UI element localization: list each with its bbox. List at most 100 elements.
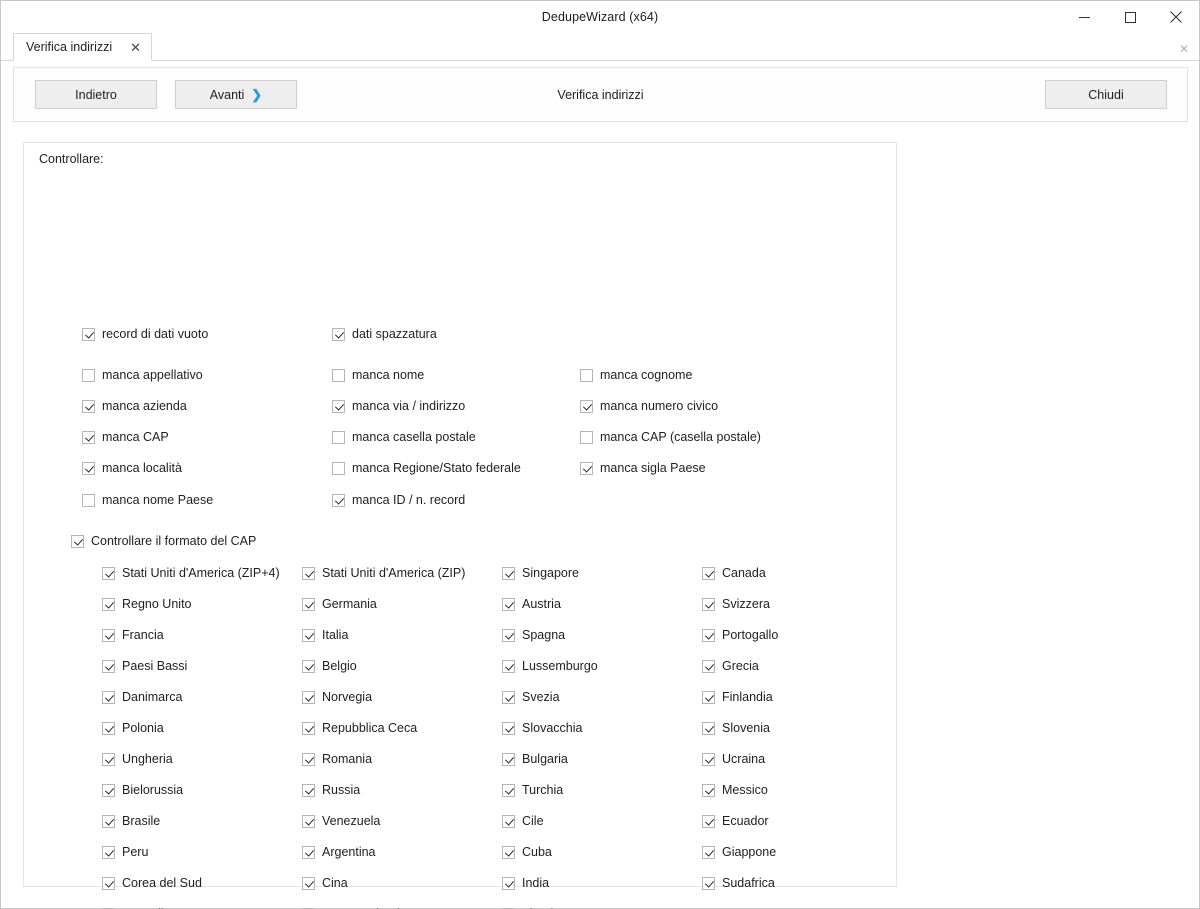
zip-bielorussia[interactable]: Bielorussia <box>102 783 183 797</box>
zip-germania[interactable]: Germania <box>302 597 377 611</box>
back-button[interactable]: Indietro <box>35 80 157 109</box>
window-title: DedupeWizard (x64) <box>541 10 659 24</box>
check-manca-localita[interactable]: manca località <box>82 461 182 475</box>
checkmark-icon <box>102 721 115 735</box>
zip-svezia[interactable]: Svezia <box>502 690 560 704</box>
checkbox-label: Cuba <box>522 845 552 859</box>
zip-paesi-bassi[interactable]: Paesi Bassi <box>102 659 187 673</box>
checkbox-label: Regno Unito <box>122 597 192 611</box>
checkbox-label: Turchia <box>522 783 564 797</box>
check-manca-azienda[interactable]: manca azienda <box>82 399 187 413</box>
check-manca-appellativo[interactable]: manca appellativo <box>82 368 203 382</box>
checkmark-icon <box>702 628 715 642</box>
zip-svizzera[interactable]: Svizzera <box>702 597 770 611</box>
check-manca-id-n-record[interactable]: manca ID / n. record <box>332 493 465 507</box>
zip-cile[interactable]: Cile <box>502 814 544 828</box>
checkmark-icon <box>580 461 593 475</box>
check-manca-cognome[interactable]: manca cognome <box>580 368 692 382</box>
close-button-label: Chiudi <box>1088 87 1124 102</box>
zip-argentina[interactable]: Argentina <box>302 845 376 859</box>
zip-spagna[interactable]: Spagna <box>502 628 565 642</box>
checkmark-icon <box>302 876 315 890</box>
zip-belgio[interactable]: Belgio <box>302 659 357 673</box>
check-dati-spazzatura[interactable]: dati spazzatura <box>332 327 437 341</box>
zip-austria[interactable]: Austria <box>502 597 561 611</box>
minimize-button[interactable] <box>1061 1 1107 33</box>
zip-italia[interactable]: Italia <box>302 628 348 642</box>
zip-venezuela[interactable]: Venezuela <box>302 814 380 828</box>
checkbox-label: Danimarca <box>122 690 183 704</box>
zip-messico[interactable]: Messico <box>702 783 768 797</box>
zip-bulgaria[interactable]: Bulgaria <box>502 752 568 766</box>
zip-lussemburgo[interactable]: Lussemburgo <box>502 659 598 673</box>
zip-grecia[interactable]: Grecia <box>702 659 759 673</box>
zip-canada[interactable]: Canada <box>702 566 766 580</box>
close-window-button[interactable] <box>1153 1 1199 33</box>
zip-danimarca[interactable]: Danimarca <box>102 690 182 704</box>
checkmark-icon <box>502 752 515 766</box>
checkmark-icon <box>502 628 515 642</box>
group-title: Controllare: <box>39 152 104 166</box>
tab-verifica-indirizzi[interactable]: Verifica indirizzi ✕ <box>13 33 153 61</box>
zip-giappone[interactable]: Giappone <box>702 845 776 859</box>
checkbox-label: Venezuela <box>322 814 381 828</box>
checkmark-icon <box>102 659 115 673</box>
checkbox-label: dati spazzatura <box>352 327 437 341</box>
zip-corea-del-sud[interactable]: Corea del Sud <box>102 876 202 890</box>
tabstrip-close-icon[interactable]: ✕ <box>1179 43 1189 55</box>
checkmark-icon <box>302 752 315 766</box>
check-manca-numero-civico[interactable]: manca numero civico <box>580 399 718 413</box>
zip-regno-unito[interactable]: Regno Unito <box>102 597 192 611</box>
checkmark-icon <box>702 597 715 611</box>
zip-stati-uniti-d-america-zip[interactable]: Stati Uniti d'America (ZIP) <box>302 566 465 580</box>
zip-india[interactable]: India <box>502 876 549 890</box>
checkmark-icon <box>82 461 95 475</box>
zip-singapore[interactable]: Singapore <box>502 566 579 580</box>
check-manca-sigla-paese[interactable]: manca sigla Paese <box>580 461 706 475</box>
zip-cina[interactable]: Cina <box>302 876 348 890</box>
checkbox-label: Paesi Bassi <box>122 659 188 673</box>
checkmark-icon <box>502 876 515 890</box>
zip-finlandia[interactable]: Finlandia <box>702 690 773 704</box>
checkmark-icon <box>580 399 593 413</box>
checkmark-icon <box>302 783 315 797</box>
zip-russia[interactable]: Russia <box>302 783 360 797</box>
zip-sudafrica[interactable]: Sudafrica <box>702 876 775 890</box>
check-record-di-dati-vuoto[interactable]: record di dati vuoto <box>82 327 208 341</box>
checkbox-label: Messico <box>722 783 768 797</box>
zip-turchia[interactable]: Turchia <box>502 783 563 797</box>
check-manca-casella-postale[interactable]: manca casella postale <box>332 430 476 444</box>
zip-repubblica-ceca[interactable]: Repubblica Ceca <box>302 721 417 735</box>
next-button[interactable]: Avanti ❯ <box>175 80 297 109</box>
check-manca-nome-paese[interactable]: manca nome Paese <box>82 493 213 507</box>
zip-ucraina[interactable]: Ucraina <box>702 752 765 766</box>
zip-francia[interactable]: Francia <box>102 628 164 642</box>
close-button[interactable]: Chiudi <box>1045 80 1167 109</box>
checkbox-label: Ungheria <box>122 752 173 766</box>
zip-slovenia[interactable]: Slovenia <box>702 721 770 735</box>
section-controllare-il-formato-del-cap[interactable]: Controllare il formato del CAP <box>71 534 256 548</box>
check-manca-cap-casella-postale[interactable]: manca CAP (casella postale) <box>580 430 761 444</box>
zip-brasile[interactable]: Brasile <box>102 814 160 828</box>
zip-stati-uniti-d-america-zip-4[interactable]: Stati Uniti d'America (ZIP+4) <box>102 566 280 580</box>
zip-portogallo[interactable]: Portogallo <box>702 628 778 642</box>
zip-polonia[interactable]: Polonia <box>102 721 164 735</box>
zip-ungheria[interactable]: Ungheria <box>102 752 173 766</box>
check-manca-cap[interactable]: manca CAP <box>82 430 169 444</box>
zip-romania[interactable]: Romania <box>302 752 372 766</box>
zip-slovacchia[interactable]: Slovacchia <box>502 721 582 735</box>
checkmark-icon <box>502 845 515 859</box>
checkbox-label: record di dati vuoto <box>102 327 209 341</box>
checkbox-label: Ecuador <box>722 814 769 828</box>
checkbox-label: Canada <box>722 566 766 580</box>
tab-close-icon[interactable]: ✕ <box>128 41 143 54</box>
check-manca-regione-stato-federale[interactable]: manca Regione/Stato federale <box>332 461 521 475</box>
zip-norvegia[interactable]: Norvegia <box>302 690 372 704</box>
zip-ecuador[interactable]: Ecuador <box>702 814 769 828</box>
check-manca-via-indirizzo[interactable]: manca via / indirizzo <box>332 399 465 413</box>
zip-peru[interactable]: Peru <box>102 845 148 859</box>
check-manca-nome[interactable]: manca nome <box>332 368 424 382</box>
maximize-button[interactable] <box>1107 1 1153 33</box>
zip-cuba[interactable]: Cuba <box>502 845 552 859</box>
window-controls <box>1061 1 1199 33</box>
